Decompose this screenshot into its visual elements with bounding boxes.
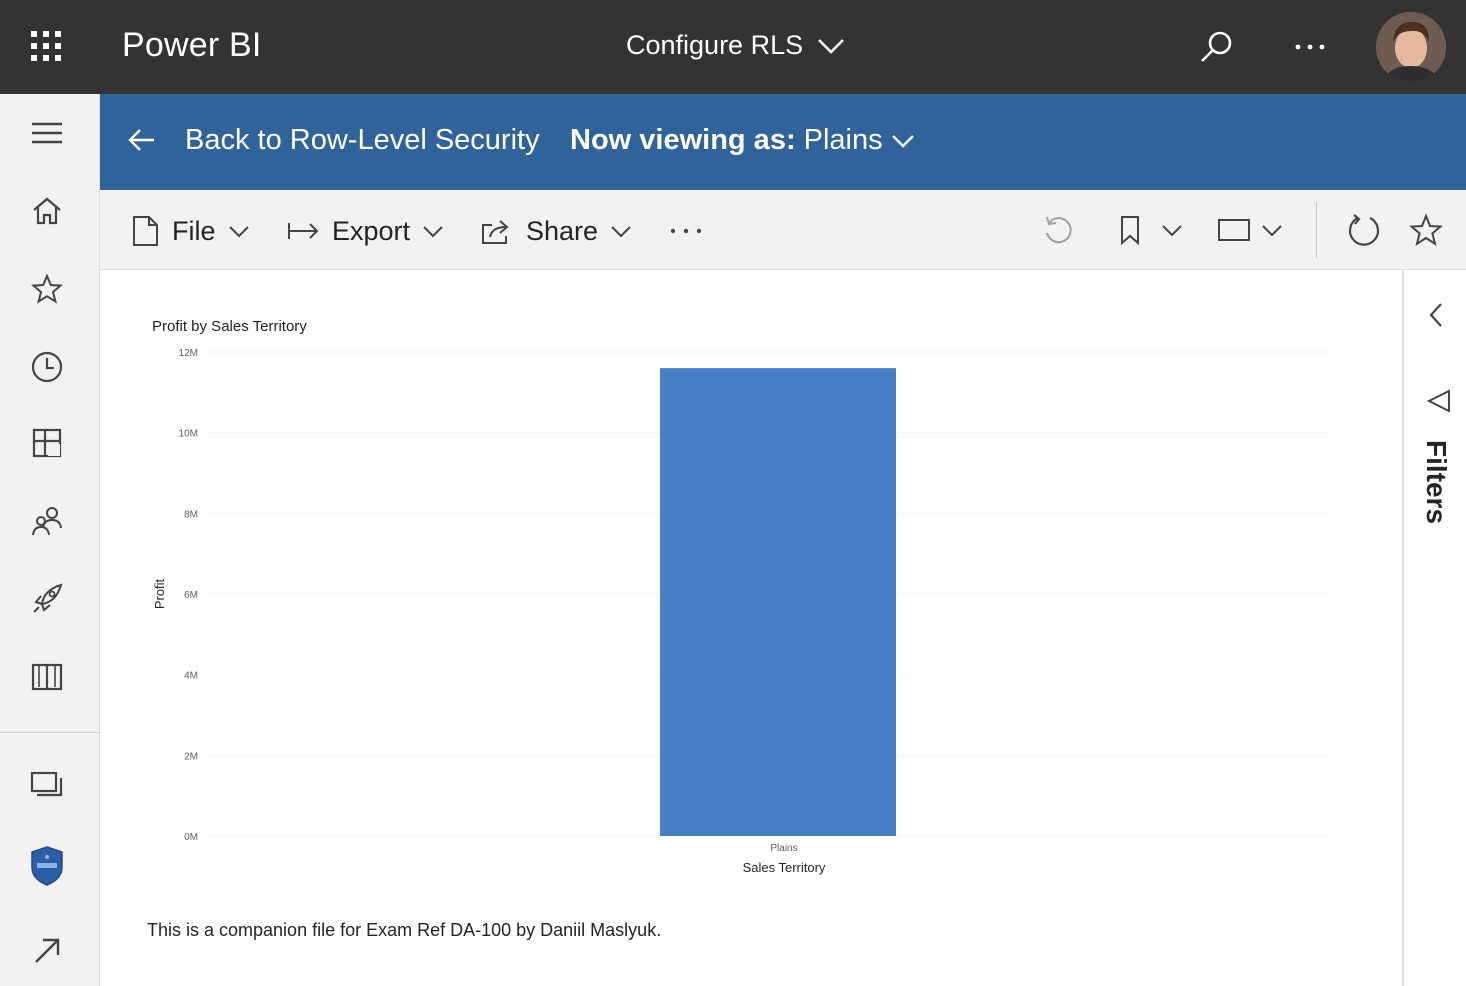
y-tick-label: 8M [184,509,198,520]
chevron-down-icon [611,226,631,238]
share-icon [482,220,509,244]
report-title: Configure RLS [626,30,804,60]
chevron-down-icon [891,134,914,148]
file-icon [133,216,158,246]
view-icon [1218,219,1250,241]
chevron-down-icon [1162,225,1182,237]
y-tick-label: 0M [184,832,198,843]
footnote-text: This is a companion file for Exam Ref DA… [147,920,662,940]
chevron-left-icon[interactable] [1422,300,1452,330]
y-tick-label: 4M [184,671,198,682]
chevron-down-icon [818,38,845,54]
left-nav [0,94,100,986]
star-icon[interactable] [28,270,66,308]
back-arrow-icon[interactable] [126,124,158,156]
workspace-badge-icon[interactable] [28,844,66,888]
y-axis-title: Profit [152,578,167,609]
book-icon[interactable] [28,658,66,696]
bar[interactable] [660,368,896,836]
bar-chart[interactable]: 0M 2M 4M 6M 8M 10M 12M Plains Sales Territory Pro… [100,270,1402,910]
home-icon[interactable] [28,192,66,230]
nav-divider [0,732,100,733]
x-tick-label: Plains [770,843,797,854]
export-label: Export [332,215,411,246]
filters-pane[interactable]: Filters [1402,270,1466,986]
arrow-up-right-icon[interactable] [28,932,66,970]
x-axis-title: Sales Territory [743,860,826,875]
y-tick-label: 10M [179,429,198,440]
toolbar-separator [1316,202,1317,258]
y-tick-label: 6M [184,590,198,601]
refresh-icon[interactable] [1344,210,1384,250]
export-icon [288,223,319,239]
apps-icon[interactable] [28,424,66,462]
rocket-icon[interactable] [28,580,66,618]
shared-with-me-icon[interactable] [28,502,66,540]
chevron-down-icon [423,226,443,238]
viewing-role: Plains [803,124,883,156]
file-menu-button[interactable]: File [130,212,250,250]
share-label: Share [526,215,599,246]
more-commands-button[interactable] [668,212,704,250]
rls-banner: Back to Row-Level Security Now viewing a… [100,94,1466,190]
report-canvas: Profit by Sales Territory 0M 2M 4M 6M 8M 10M 1… [100,270,1402,986]
app-launcher-icon[interactable] [30,30,62,62]
chevron-down-icon [1262,225,1282,237]
filter-funnel-icon [1426,388,1452,414]
share-menu-button[interactable]: Share [480,212,632,250]
top-bar: Power BI Configure RLS [0,0,1466,94]
file-label: File [172,215,216,246]
filters-label: Filters [1421,440,1452,525]
bookmark-menu-button[interactable] [1110,210,1190,250]
y-tick-label: 2M [184,751,198,762]
more-options-icon[interactable] [1290,28,1330,66]
view-menu-button[interactable] [1210,210,1290,250]
bookmark-icon [1121,216,1139,246]
favorite-star-icon[interactable] [1406,210,1446,250]
y-tick-label: 12M [179,348,198,359]
more-options-icon [670,228,702,234]
profile-avatar[interactable] [1376,12,1446,82]
chevron-down-icon [228,226,249,238]
reset-icon[interactable] [1038,210,1078,250]
hamburger-icon[interactable] [28,114,66,152]
now-viewing-as-dropdown[interactable]: Now viewing as: Plains [570,124,915,157]
clock-icon[interactable] [28,348,66,386]
report-toolbar: File Export Share [100,190,1466,270]
brand-title[interactable]: Power BI [122,26,262,65]
now-viewing-label: Now viewing as: [570,124,796,156]
back-to-rls-link[interactable]: Back to Row-Level Security [185,124,540,157]
export-menu-button[interactable]: Export [286,212,444,250]
search-icon[interactable] [1198,28,1236,66]
workspaces-icon[interactable] [28,766,66,804]
report-title-dropdown[interactable]: Configure RLS [626,30,845,61]
